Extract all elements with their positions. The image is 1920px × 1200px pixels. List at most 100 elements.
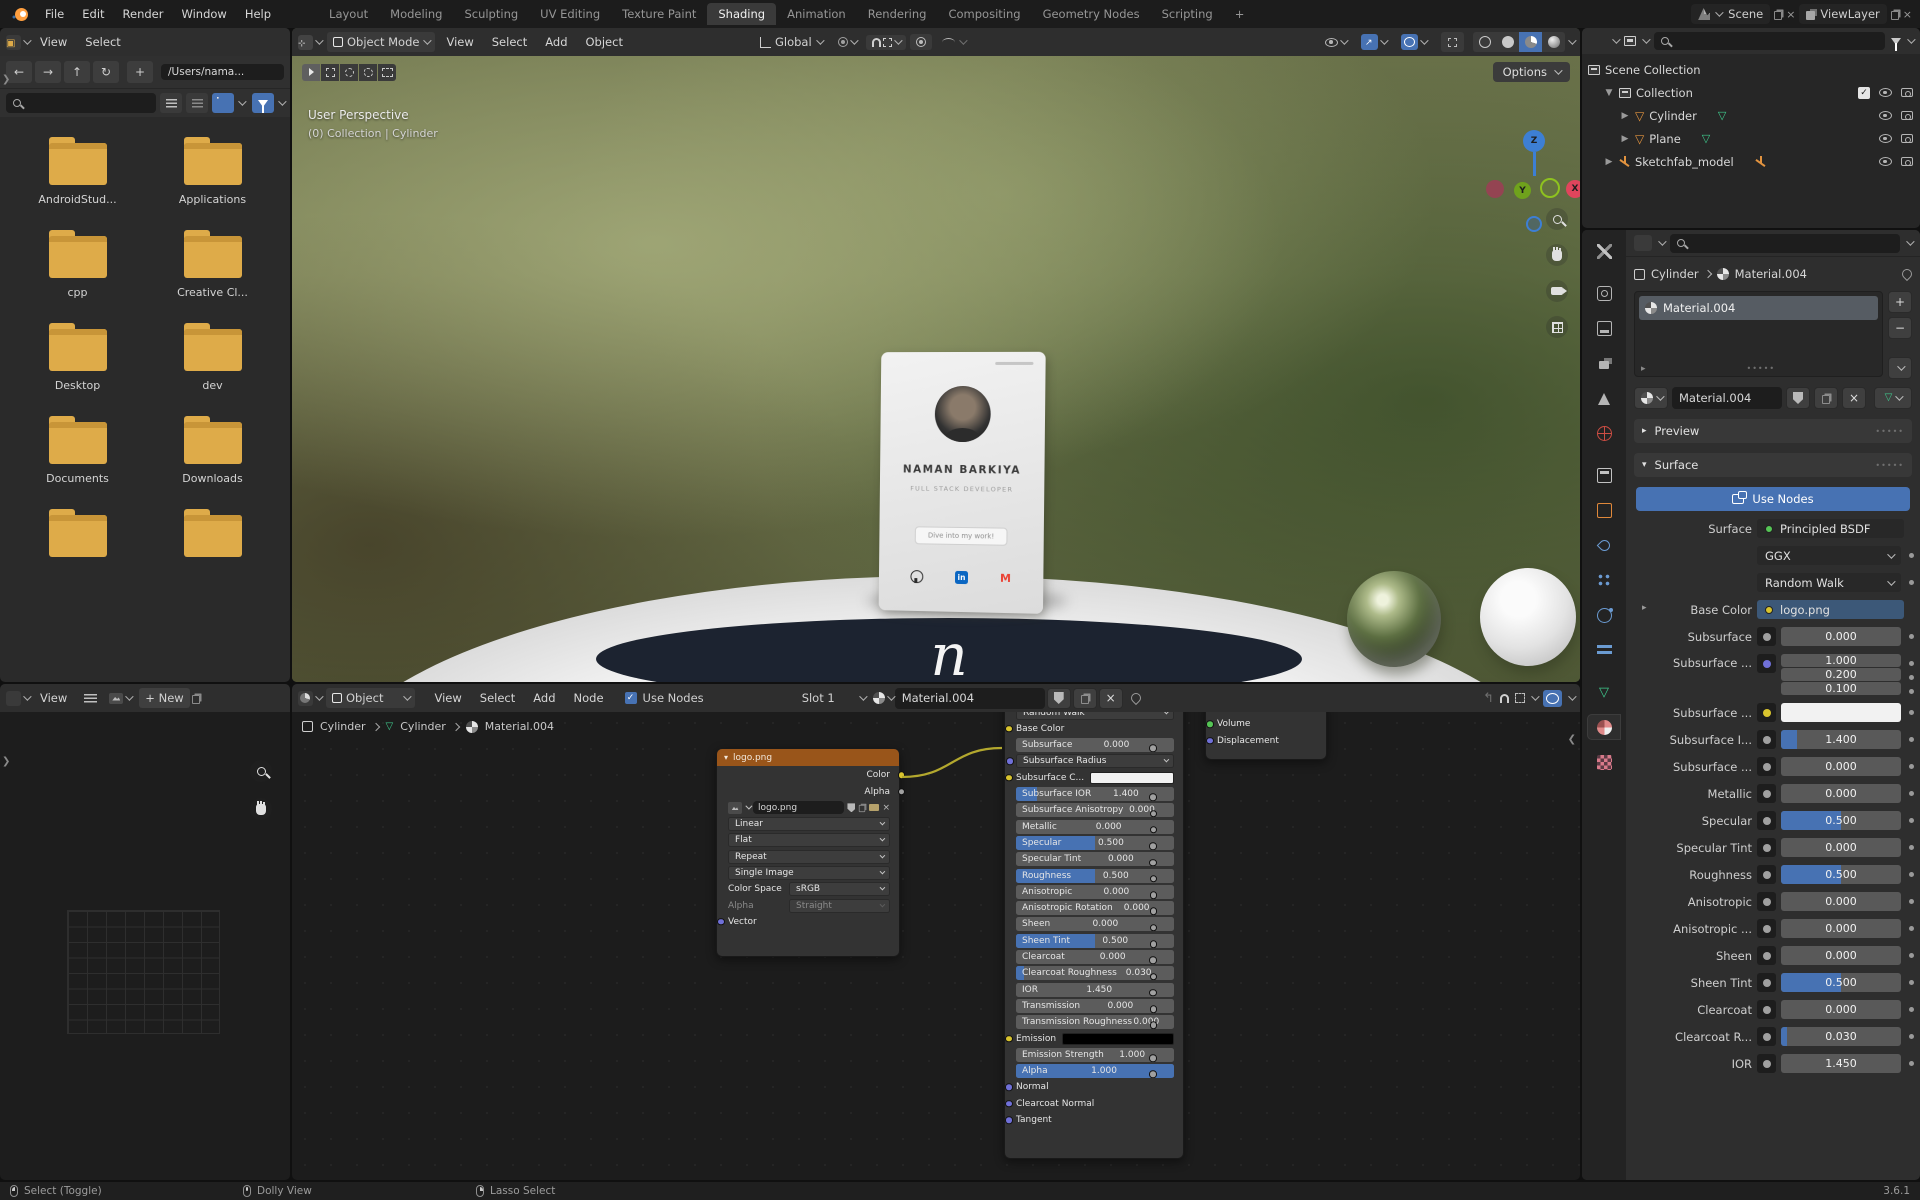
camera-render-icon[interactable]: [1901, 157, 1913, 166]
eye-icon[interactable]: [1879, 88, 1892, 97]
alpha-mode-dropdown[interactable]: Straight: [789, 899, 890, 913]
folder-item[interactable]: Applications: [145, 135, 280, 206]
image-node-dropdown-flat[interactable]: Flat: [728, 833, 890, 847]
tweak-tool-button[interactable]: [302, 64, 320, 81]
outliner-row-scene-collection[interactable]: Scene Collection: [1588, 58, 1920, 81]
workspace-tab-+[interactable]: +: [1224, 3, 1256, 25]
bsdf-row-clearcoat[interactable]: Clearcoat 0.000: [1016, 950, 1174, 964]
new-material-button[interactable]: [1814, 387, 1838, 409]
socket-button[interactable]: [1757, 946, 1776, 965]
properties-type-icon[interactable]: [1634, 235, 1652, 251]
value-input-socket[interactable]: [1150, 973, 1158, 981]
color-space-dropdown[interactable]: sRGB: [789, 882, 890, 896]
node-output-alpha[interactable]: Alpha: [728, 785, 890, 799]
image-editor-type-icon[interactable]: [6, 691, 21, 706]
value-input-socket[interactable]: [1149, 989, 1157, 997]
bsdf-row-emission-strength[interactable]: Emission Strength 1.000: [1016, 1048, 1174, 1062]
camera-render-icon[interactable]: [1901, 111, 1913, 120]
principled-bsdf-node[interactable]: GGXRandom WalkBase ColorSubsurface0.000S…: [1004, 684, 1184, 1159]
pan-gizmo[interactable]: [250, 798, 272, 820]
camera-render-icon[interactable]: [1901, 134, 1913, 143]
outliner-row-plane[interactable]: ▶ ▽ Plane ▽: [1588, 127, 1920, 150]
socket-button[interactable]: [1757, 627, 1776, 646]
properties-tab-particles[interactable]: [1587, 567, 1621, 593]
value-input-socket[interactable]: [1149, 794, 1157, 802]
bsdf-row-ior[interactable]: IOR 1.450: [1016, 983, 1174, 997]
surface-section-header[interactable]: ▾ Surface •••••: [1634, 453, 1912, 477]
value-input-socket[interactable]: [1149, 1054, 1157, 1062]
animate-dot[interactable]: [1909, 710, 1914, 715]
up-button[interactable]: ↑: [64, 61, 90, 83]
animate-dot[interactable]: [1909, 1034, 1914, 1039]
properties-tab-objdata[interactable]: ▽: [1587, 679, 1621, 705]
workspace-tab-sculpting[interactable]: Sculpting: [453, 3, 529, 25]
menu-help[interactable]: Help: [236, 4, 280, 24]
shader-material-name-field[interactable]: Material.004: [895, 688, 1045, 709]
animate-dot[interactable]: [1909, 634, 1914, 639]
folder-item[interactable]: cpp: [10, 228, 145, 299]
axis-z-handle[interactable]: Z: [1523, 130, 1545, 152]
menu-edit[interactable]: Edit: [73, 4, 113, 24]
view-list-button[interactable]: [160, 93, 182, 113]
remove-slot-button[interactable]: −: [1888, 317, 1912, 339]
vector-field[interactable]: 0.200: [1781, 668, 1901, 681]
disclosure-icon[interactable]: ▶: [1620, 111, 1630, 121]
bsdf-row-clearcoat-normal[interactable]: Clearcoat Normal: [1016, 1097, 1174, 1111]
image-texture-node[interactable]: ▾ logo.png Color Alpha logo.png × Linear…: [716, 748, 900, 957]
menu-select[interactable]: Select: [76, 32, 129, 52]
disclosure-icon[interactable]: ▶: [1620, 134, 1630, 144]
pin-icon[interactable]: [1900, 267, 1914, 281]
select-box-button[interactable]: [321, 64, 339, 81]
workspace-tab-modeling[interactable]: Modeling: [379, 3, 453, 25]
filter-icon[interactable]: [1891, 38, 1901, 45]
business-card-object[interactable]: NAMAN BARKIYA FULL STACK DEVELOPER Dive …: [879, 352, 1046, 614]
mode-selector[interactable]: Object Mode: [327, 32, 435, 52]
view-thumbnail-button[interactable]: [212, 93, 234, 113]
workspace-tab-layout[interactable]: Layout: [318, 3, 379, 25]
image-node-dropdown-linear[interactable]: Linear: [728, 817, 890, 831]
value-input-socket[interactable]: [1150, 940, 1158, 948]
value-slider[interactable]: 0.000: [1781, 946, 1901, 965]
eye-icon[interactable]: [1879, 111, 1892, 120]
socket-button[interactable]: [1757, 757, 1776, 776]
bsdf-row-specular-tint[interactable]: Specular Tint 0.000: [1016, 852, 1174, 866]
folder-item[interactable]: Creative Cl...: [145, 228, 280, 299]
color-swatch[interactable]: [1062, 1033, 1174, 1045]
color-input-socket[interactable]: [1005, 725, 1013, 733]
viewlayer-copy-icon[interactable]: [1891, 11, 1899, 20]
properties-search-input[interactable]: [1670, 234, 1900, 253]
region-expander-icon[interactable]: ❮: [1568, 734, 1576, 745]
menu-view[interactable]: View: [31, 32, 76, 52]
socket-button[interactable]: [1757, 865, 1776, 884]
socket-button[interactable]: [1757, 919, 1776, 938]
bsdf-row-clearcoat-roughness[interactable]: Clearcoat Roughness 0.030: [1016, 966, 1174, 980]
socket-button[interactable]: [1757, 838, 1776, 857]
region-expander-icon[interactable]: ❯: [2, 756, 10, 767]
value-slider[interactable]: 0.000: [1781, 757, 1901, 776]
menu-select[interactable]: Select: [471, 688, 524, 708]
unlink-material-button[interactable]: ×: [1099, 688, 1123, 709]
animate-dot[interactable]: [1909, 818, 1914, 823]
display-mode-icon[interactable]: [1624, 36, 1636, 46]
bsdf-row-base-color[interactable]: Base Color: [1016, 722, 1174, 736]
bsdf-row-transmission[interactable]: Transmission 0.000: [1016, 999, 1174, 1013]
value-slider[interactable]: 0.000: [1781, 919, 1901, 938]
select-circle-button[interactable]: [340, 64, 358, 81]
outliner-row-collection[interactable]: ▼ Collection ✓: [1588, 81, 1920, 104]
hamburger-menu-icon[interactable]: [84, 694, 97, 703]
menu-object[interactable]: Object: [577, 32, 632, 52]
output-node-row-volume[interactable]: Volume: [1217, 717, 1317, 731]
workspace-tab-texture-paint[interactable]: Texture Paint: [611, 3, 707, 25]
color-swatch[interactable]: [1090, 772, 1174, 784]
bsdf-row-subsurface-anisotropy[interactable]: Subsurface Anisotropy 0.000: [1016, 803, 1174, 817]
copy-material-button[interactable]: [1073, 688, 1097, 709]
folder-item[interactable]: dev: [145, 321, 280, 392]
socket-button[interactable]: [1757, 1000, 1776, 1019]
disclosure-icon[interactable]: ▼: [1604, 88, 1614, 98]
menu-view[interactable]: View: [437, 32, 482, 52]
properties-tab-output[interactable]: [1587, 315, 1621, 341]
select-extra-button[interactable]: [378, 64, 396, 81]
bsdf-row-emission[interactable]: Emission: [1016, 1032, 1174, 1046]
animate-dot[interactable]: [1909, 899, 1914, 904]
eye-icon[interactable]: [1879, 157, 1892, 166]
